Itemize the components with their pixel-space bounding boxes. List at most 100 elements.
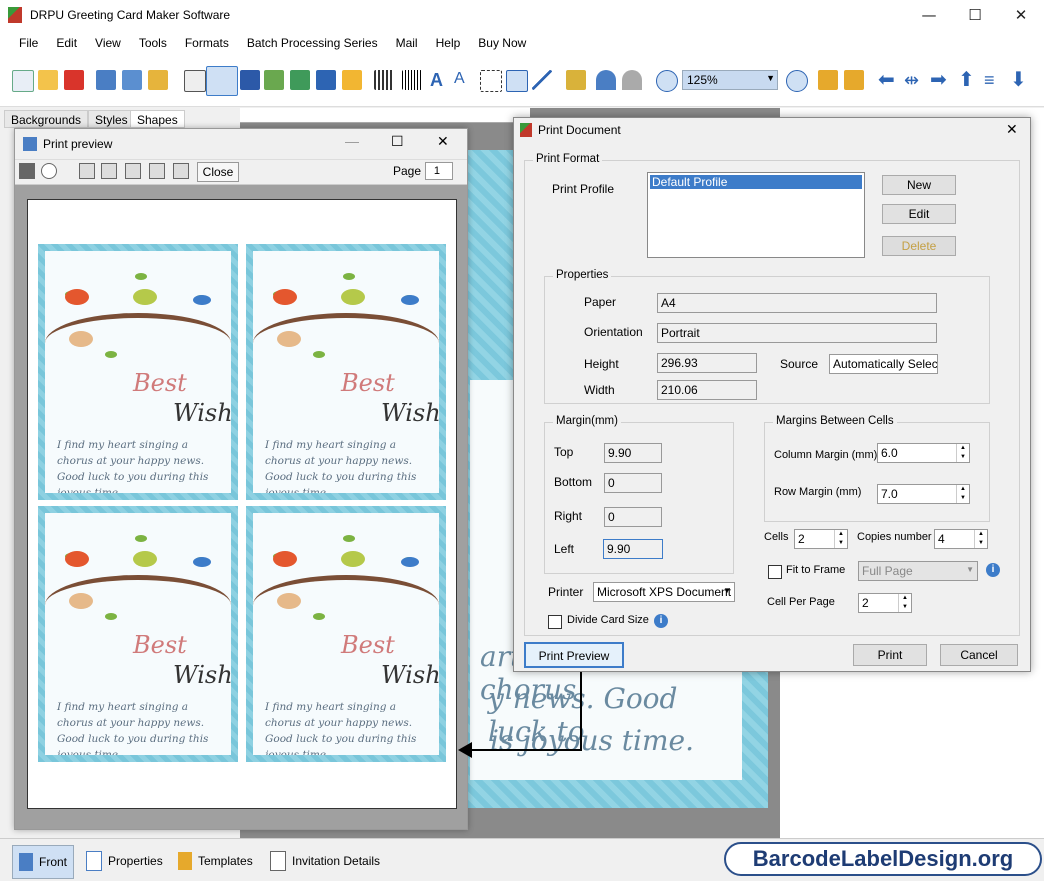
one-page-icon[interactable] — [79, 163, 95, 179]
maximize-icon[interactable]: ☐ — [391, 133, 404, 150]
properties-icon[interactable] — [184, 70, 206, 92]
print-layout-icon[interactable] — [240, 70, 260, 90]
row-margin-spinner[interactable]: 7.0 ▲ ▼ — [877, 484, 970, 504]
printer-select[interactable]: Microsoft XPS Document ▼ — [593, 582, 735, 602]
card-wish: Wish — [381, 399, 439, 427]
mail-icon[interactable] — [506, 70, 528, 92]
width-field[interactable]: 210.06 — [657, 380, 757, 400]
align-icon[interactable]: ≡ — [984, 70, 1004, 90]
edit-button[interactable]: Edit — [882, 204, 956, 224]
left-field[interactable]: 9.90 — [603, 539, 663, 559]
tab-templates[interactable]: Templates — [178, 845, 253, 877]
menu-bar: File Edit View Tools Formats Batch Proce… — [0, 30, 1044, 56]
arrow-down-icon[interactable]: ⬇ — [1010, 70, 1030, 90]
close-file-icon[interactable] — [64, 70, 84, 90]
tab-front[interactable]: Front — [12, 845, 75, 879]
six-page-icon[interactable] — [173, 163, 189, 179]
menu-view[interactable]: View — [95, 36, 121, 50]
line-icon[interactable] — [532, 70, 552, 90]
app-title: DRPU Greeting Card Maker Software — [30, 8, 231, 22]
arrow-left-icon[interactable]: ⬅ — [878, 70, 898, 90]
arrow-up-icon[interactable]: ⬆ — [958, 70, 978, 90]
cell-per-page-spinner[interactable]: 2 ▲ ▼ — [858, 593, 912, 613]
barcode-icon[interactable] — [374, 70, 394, 90]
close-icon[interactable]: ✕ — [1006, 121, 1018, 138]
print-icon[interactable] — [206, 66, 238, 96]
menu-help[interactable]: Help — [436, 36, 461, 50]
orientation-field[interactable]: Portrait — [657, 323, 937, 343]
four-page-icon[interactable] — [149, 163, 165, 179]
image-icon[interactable] — [264, 70, 284, 90]
new-button[interactable]: New — [882, 175, 956, 195]
right-field[interactable]: 0 — [604, 507, 662, 527]
new-icon[interactable] — [12, 70, 34, 92]
tab-styles[interactable]: Styles — [88, 110, 135, 128]
text-icon[interactable]: A — [430, 70, 450, 90]
symbol-icon[interactable] — [480, 70, 502, 92]
maximize-icon[interactable]: ☐ — [952, 0, 998, 30]
profile-list[interactable]: Default Profile — [647, 172, 865, 258]
tab-backgrounds[interactable]: Backgrounds — [4, 110, 89, 128]
save-as-icon[interactable] — [122, 70, 142, 90]
menu-mail[interactable]: Mail — [396, 36, 418, 50]
menu-batch[interactable]: Batch Processing Series — [247, 36, 378, 50]
paper-field[interactable]: A4 — [657, 293, 937, 313]
menu-edit[interactable]: Edit — [56, 36, 77, 50]
profile-item[interactable]: Default Profile — [650, 175, 862, 189]
tab-shapes[interactable]: Shapes — [130, 110, 185, 128]
cancel-button[interactable]: Cancel — [940, 644, 1018, 666]
unlock-icon[interactable] — [844, 70, 864, 90]
copies-label: Copies number — [857, 531, 932, 543]
two-page-icon[interactable] — [101, 163, 117, 179]
printer-icon[interactable] — [19, 163, 35, 179]
zoom-select[interactable]: 125% ▼ — [682, 70, 778, 90]
pencil-icon[interactable] — [316, 70, 336, 90]
height-field[interactable]: 296.93 — [657, 353, 757, 373]
print-button[interactable]: Print — [853, 644, 927, 666]
tab-invitation-details[interactable]: Invitation Details — [270, 845, 380, 877]
menu-formats[interactable]: Formats — [185, 36, 229, 50]
tab-properties[interactable]: Properties — [86, 845, 163, 877]
shapes-icon[interactable] — [342, 70, 362, 90]
margins-between-group: Margins Between Cells — [764, 415, 990, 522]
database-icon[interactable] — [566, 70, 586, 90]
zoom-icon[interactable] — [41, 163, 57, 179]
minimize-icon[interactable]: — — [906, 0, 952, 30]
menu-tools[interactable]: Tools — [139, 36, 167, 50]
print-preview-button[interactable]: Print Preview — [524, 642, 624, 668]
lock-icon[interactable] — [818, 70, 838, 90]
arrow-right-icon[interactable]: ➡ — [930, 70, 950, 90]
bottom-field[interactable]: 0 — [604, 473, 662, 493]
page-input[interactable]: 1 — [425, 162, 453, 180]
wordart-icon[interactable]: A — [454, 70, 474, 90]
zoom-in-icon[interactable] — [656, 70, 678, 92]
minimize-icon[interactable]: — — [345, 133, 359, 149]
save-icon[interactable] — [96, 70, 116, 90]
title-bar: DRPU Greeting Card Maker Software — ☐ ✕ — [0, 0, 1044, 30]
top-field[interactable]: 9.90 — [604, 443, 662, 463]
copies-spinner[interactable]: 4 ▲ ▼ — [934, 529, 988, 549]
zoom-out-icon[interactable] — [786, 70, 808, 92]
menu-buy-now[interactable]: Buy Now — [478, 36, 526, 50]
delete-button[interactable]: Delete — [882, 236, 956, 256]
cells-spinner[interactable]: 2 ▲ ▼ — [794, 529, 848, 549]
full-page-select[interactable]: Full Page ▼ — [858, 561, 978, 581]
export-icon[interactable] — [148, 70, 168, 90]
three-page-icon[interactable] — [125, 163, 141, 179]
redo-icon[interactable] — [622, 70, 642, 90]
close-icon[interactable]: ✕ — [437, 133, 449, 150]
source-field[interactable]: Automatically Select — [829, 354, 938, 374]
fit-to-frame-checkbox[interactable] — [768, 565, 782, 579]
info-icon[interactable]: i — [986, 563, 1000, 577]
divide-card-checkbox[interactable] — [548, 615, 562, 629]
undo-icon[interactable] — [596, 70, 616, 90]
barcode2-icon[interactable] — [402, 70, 422, 90]
open-icon[interactable] — [38, 70, 58, 90]
column-margin-spinner[interactable]: 6.0 ▲ ▼ — [877, 443, 970, 463]
menu-file[interactable]: File — [19, 36, 38, 50]
close-icon[interactable]: ✕ — [998, 0, 1044, 30]
insert-image-icon[interactable] — [290, 70, 310, 90]
flip-icon[interactable]: ⇹ — [904, 70, 924, 90]
preview-close-button[interactable]: Close — [197, 162, 239, 182]
info-icon[interactable]: i — [654, 614, 668, 628]
